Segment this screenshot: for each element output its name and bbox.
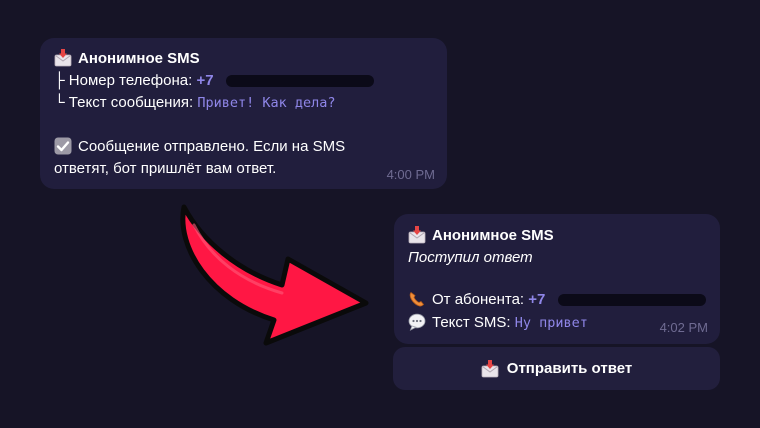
telephone-receiver-icon bbox=[408, 290, 426, 308]
check-box-icon bbox=[54, 137, 72, 155]
from-label: От абонента: bbox=[432, 291, 525, 308]
message-text-value[interactable]: Привет! Как дела? bbox=[197, 95, 335, 111]
text-label: └ Текст сообщения: bbox=[54, 94, 194, 111]
send-reply-button[interactable]: Отправить ответ bbox=[393, 347, 720, 390]
message-title: Анонимное SMS bbox=[54, 49, 200, 69]
status-line-2: ответят, бот пришлёт вам ответ. bbox=[54, 160, 277, 177]
envelope-arrow-icon bbox=[481, 359, 499, 378]
message-title: Анонимное SMS bbox=[408, 226, 554, 246]
curved-arrow-icon bbox=[170, 195, 380, 360]
phone-prefix: +7 bbox=[528, 291, 546, 308]
send-reply-label: Отправить ответ bbox=[506, 360, 633, 377]
envelope-arrow-icon bbox=[54, 49, 72, 67]
reply-subtitle: Поступил ответ bbox=[408, 249, 533, 266]
text-row: Текст SMS: Ну привет bbox=[408, 313, 588, 333]
phone-row: ├ Номер телефона: +7 bbox=[54, 71, 374, 91]
received-reply-bubble: Анонимное SMS Поступил ответ От абонента… bbox=[394, 214, 720, 344]
text-row: └ Текст сообщения: Привет! Как дела? bbox=[54, 93, 335, 113]
message-timestamp: 4:00 PM bbox=[386, 167, 435, 182]
envelope-arrow-icon bbox=[408, 226, 426, 244]
speech-bubble-icon bbox=[408, 313, 426, 331]
reply-text-value[interactable]: Ну привет bbox=[515, 315, 588, 331]
text-label: Текст SMS: bbox=[432, 314, 511, 331]
phone-label: ├ Номер телефона: bbox=[54, 72, 193, 89]
from-row: От абонента: +7 bbox=[408, 290, 706, 310]
redacted-phone-number bbox=[225, 75, 374, 88]
sent-message-bubble: Анонимное SMS ├ Номер телефона: +7 └ Тек… bbox=[40, 38, 447, 189]
message-timestamp: 4:02 PM bbox=[659, 320, 708, 335]
phone-prefix: +7 bbox=[196, 72, 214, 89]
redacted-phone-number bbox=[557, 294, 706, 307]
status-line-1: Сообщение отправлено. Если на SMS bbox=[54, 137, 345, 157]
